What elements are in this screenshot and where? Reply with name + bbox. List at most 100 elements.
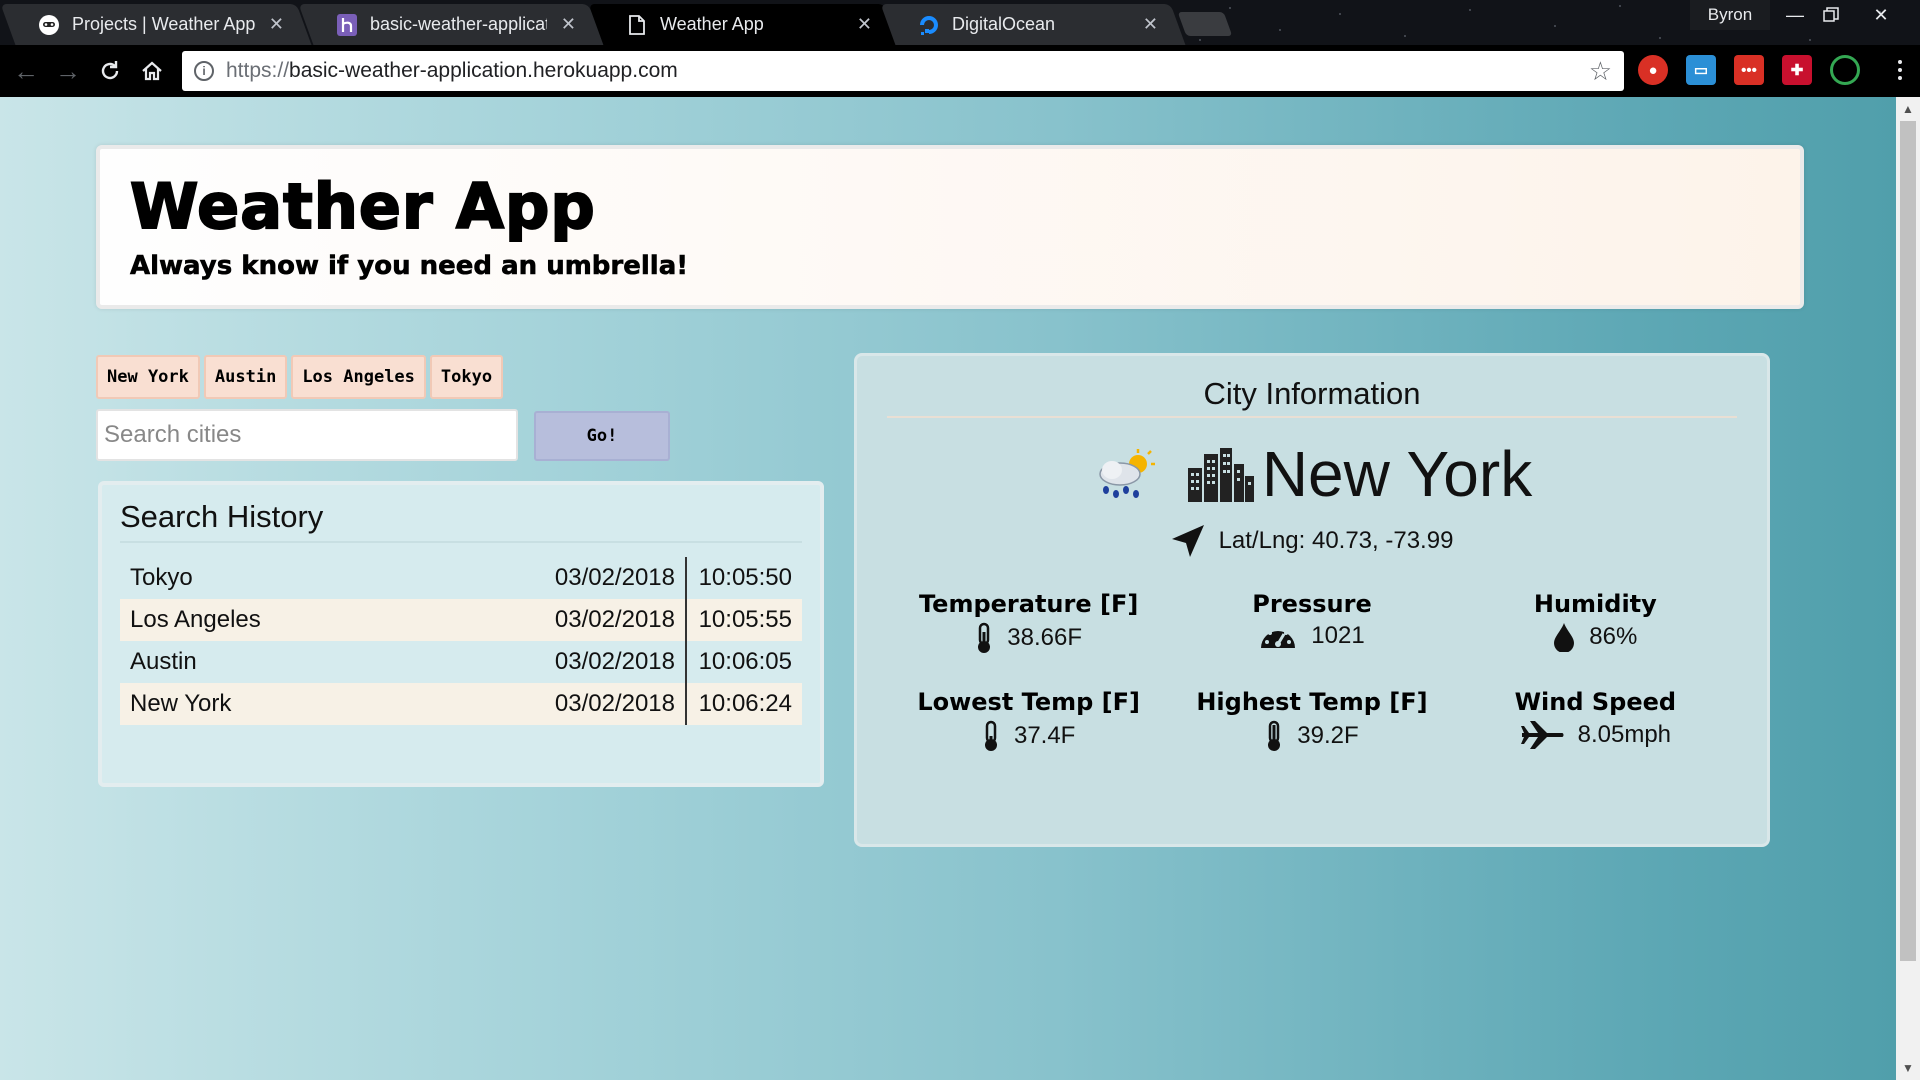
thermometer-low-icon (984, 720, 997, 751)
history-city: Austin (130, 648, 197, 675)
stat-value: 8.05mph (1577, 721, 1672, 748)
page-icon (626, 14, 648, 36)
airplane-icon (1520, 721, 1564, 749)
stat-value: 38.66F (1007, 624, 1083, 651)
tab-title: Weather App (660, 14, 764, 34)
stat-value: 37.4F (1013, 722, 1076, 749)
extension-target-icon[interactable] (1830, 55, 1860, 85)
location-arrow-icon (1171, 525, 1204, 557)
page-tagline: Always know if you need an umbrella! (130, 251, 689, 282)
browser-tab-heroku[interactable]: basic-weather-applicatio ✕ (298, 4, 604, 45)
stat-humidity: Humidity 86% (1454, 590, 1737, 654)
tab-strip: Projects | Weather App ✕ basic-weather-a… (0, 0, 1920, 45)
search-history-table: Tokyo 03/02/2018 10:05:50 Los Angeles 03… (120, 557, 802, 725)
city-information-panel: City Information New York Lat/Lng: 40.73… (854, 353, 1770, 847)
history-city: Tokyo (130, 564, 193, 591)
url-text: https://basic-weather-application.heroku… (226, 59, 678, 82)
rain-cloud-sun-icon (1099, 449, 1155, 498)
stat-label: Pressure (1252, 590, 1372, 618)
stat-value: 1021 (1311, 622, 1365, 649)
city-heading: New York (887, 434, 1737, 514)
history-date: 03/02/2018 (506, 683, 687, 725)
lat-lng-row: Lat/Lng: 40.73, -73.99 (887, 524, 1737, 558)
scroll-down-arrow-icon[interactable]: ▼ (1896, 1056, 1920, 1080)
reload-icon[interactable] (90, 51, 130, 91)
extension-shield-icon[interactable]: ● (1638, 55, 1668, 85)
lat-lng-value: Lat/Lng: 40.73, -73.99 (1218, 527, 1454, 554)
browser-tab-projects[interactable]: Projects | Weather App ✕ (0, 4, 312, 45)
close-window-icon[interactable]: ✕ (1860, 0, 1902, 30)
history-time: 10:06:05 (698, 648, 792, 675)
stat-wind-speed: Wind Speed 8.05mph (1454, 688, 1737, 752)
forward-arrow-icon[interactable]: → (48, 51, 88, 91)
thermometer-icon (978, 622, 991, 653)
profile-button[interactable]: Byron (1690, 0, 1770, 30)
close-icon[interactable]: ✕ (857, 14, 872, 35)
page-title: Weather App (129, 170, 596, 244)
search-history-panel: Search History Tokyo 03/02/2018 10:05:50… (98, 481, 824, 787)
history-time: 10:06:24 (698, 690, 792, 717)
city-buildings-icon (1187, 448, 1254, 502)
page-scrollbar[interactable]: ▲ ▼ (1896, 97, 1920, 1080)
back-arrow-icon[interactable]: ← (6, 51, 46, 91)
stat-label: Lowest Temp [F] (917, 688, 1140, 716)
history-date: 03/02/2018 (506, 641, 687, 683)
table-row[interactable]: Los Angeles 03/02/2018 10:05:55 (120, 599, 802, 641)
history-time: 10:05:50 (698, 564, 792, 591)
weather-stats-grid: Temperature [F] 38.66F Pressure 1021 Hum… (887, 590, 1737, 752)
header-jumbotron: Weather App Always know if you need an u… (96, 145, 1804, 309)
tab-title: DigitalOcean (952, 14, 1056, 34)
thermometer-high-icon (1268, 720, 1281, 751)
stat-pressure: Pressure 1021 (1170, 590, 1453, 654)
table-row[interactable]: Tokyo 03/02/2018 10:05:50 (120, 557, 802, 599)
browser-tab-weather-app[interactable]: Weather App ✕ (588, 4, 900, 45)
city-information-title: City Information (887, 376, 1737, 418)
scroll-up-arrow-icon[interactable]: ▲ (1896, 97, 1920, 121)
stat-label: Temperature [F] (919, 590, 1139, 618)
new-tab-button[interactable] (1177, 12, 1233, 36)
stat-label: Wind Speed (1514, 688, 1677, 716)
go-button[interactable]: Go! (534, 411, 670, 461)
city-button-tokyo[interactable]: Tokyo (429, 355, 504, 399)
scrollbar-thumb[interactable] (1900, 121, 1916, 961)
home-icon[interactable] (132, 51, 172, 91)
city-button-los-angeles[interactable]: Los Angeles (291, 355, 426, 399)
browser-tab-digitalocean[interactable]: DigitalOcean ✕ (880, 4, 1186, 45)
bookmark-star-icon[interactable]: ☆ (1589, 56, 1612, 87)
info-icon[interactable]: i (194, 61, 214, 81)
table-row[interactable]: New York 03/02/2018 10:06:24 (120, 683, 802, 725)
city-name: New York (1261, 438, 1533, 510)
history-time: 10:05:55 (698, 606, 792, 633)
extension-window-icon[interactable]: ▭ (1686, 55, 1716, 85)
gauge-icon (1261, 627, 1296, 648)
menu-icon[interactable] (1890, 53, 1910, 87)
close-icon[interactable]: ✕ (561, 14, 576, 35)
extension-cross-icon[interactable]: ✚ (1782, 55, 1812, 85)
github-icon (38, 14, 60, 36)
search-history-title: Search History (120, 499, 802, 543)
extension-dots-icon[interactable]: ••• (1734, 55, 1764, 85)
city-button-austin[interactable]: Austin (203, 355, 288, 399)
history-date: 03/02/2018 (506, 599, 687, 641)
water-drop-icon (1554, 623, 1575, 652)
stat-value: 39.2F (1297, 722, 1359, 749)
table-row[interactable]: Austin 03/02/2018 10:06:05 (120, 641, 802, 683)
digitalocean-icon (918, 14, 940, 36)
heroku-icon (336, 13, 358, 36)
close-icon[interactable]: ✕ (269, 14, 284, 35)
stat-highest-temp: Highest Temp [F] 39.2F (1170, 688, 1453, 752)
city-button-new-york[interactable]: New York (96, 355, 200, 399)
restore-icon[interactable] (1810, 0, 1852, 30)
stat-value: 86% (1589, 623, 1638, 650)
history-city: New York (130, 690, 232, 717)
tab-title: basic-weather-applicatio (370, 14, 547, 34)
search-input[interactable] (96, 409, 518, 461)
address-bar[interactable]: i https://basic-weather-application.hero… (182, 51, 1624, 91)
browser-toolbar: ← → i https://basic-weather-application.… (0, 45, 1920, 97)
close-icon[interactable]: ✕ (1143, 14, 1158, 35)
quick-city-buttons: New York Austin Los Angeles Tokyo (96, 355, 504, 399)
history-city: Los Angeles (130, 606, 261, 633)
stat-lowest-temp: Lowest Temp [F] 37.4F (887, 688, 1170, 752)
tab-title: Projects | Weather App (72, 14, 255, 34)
stat-temperature: Temperature [F] 38.66F (887, 590, 1170, 654)
